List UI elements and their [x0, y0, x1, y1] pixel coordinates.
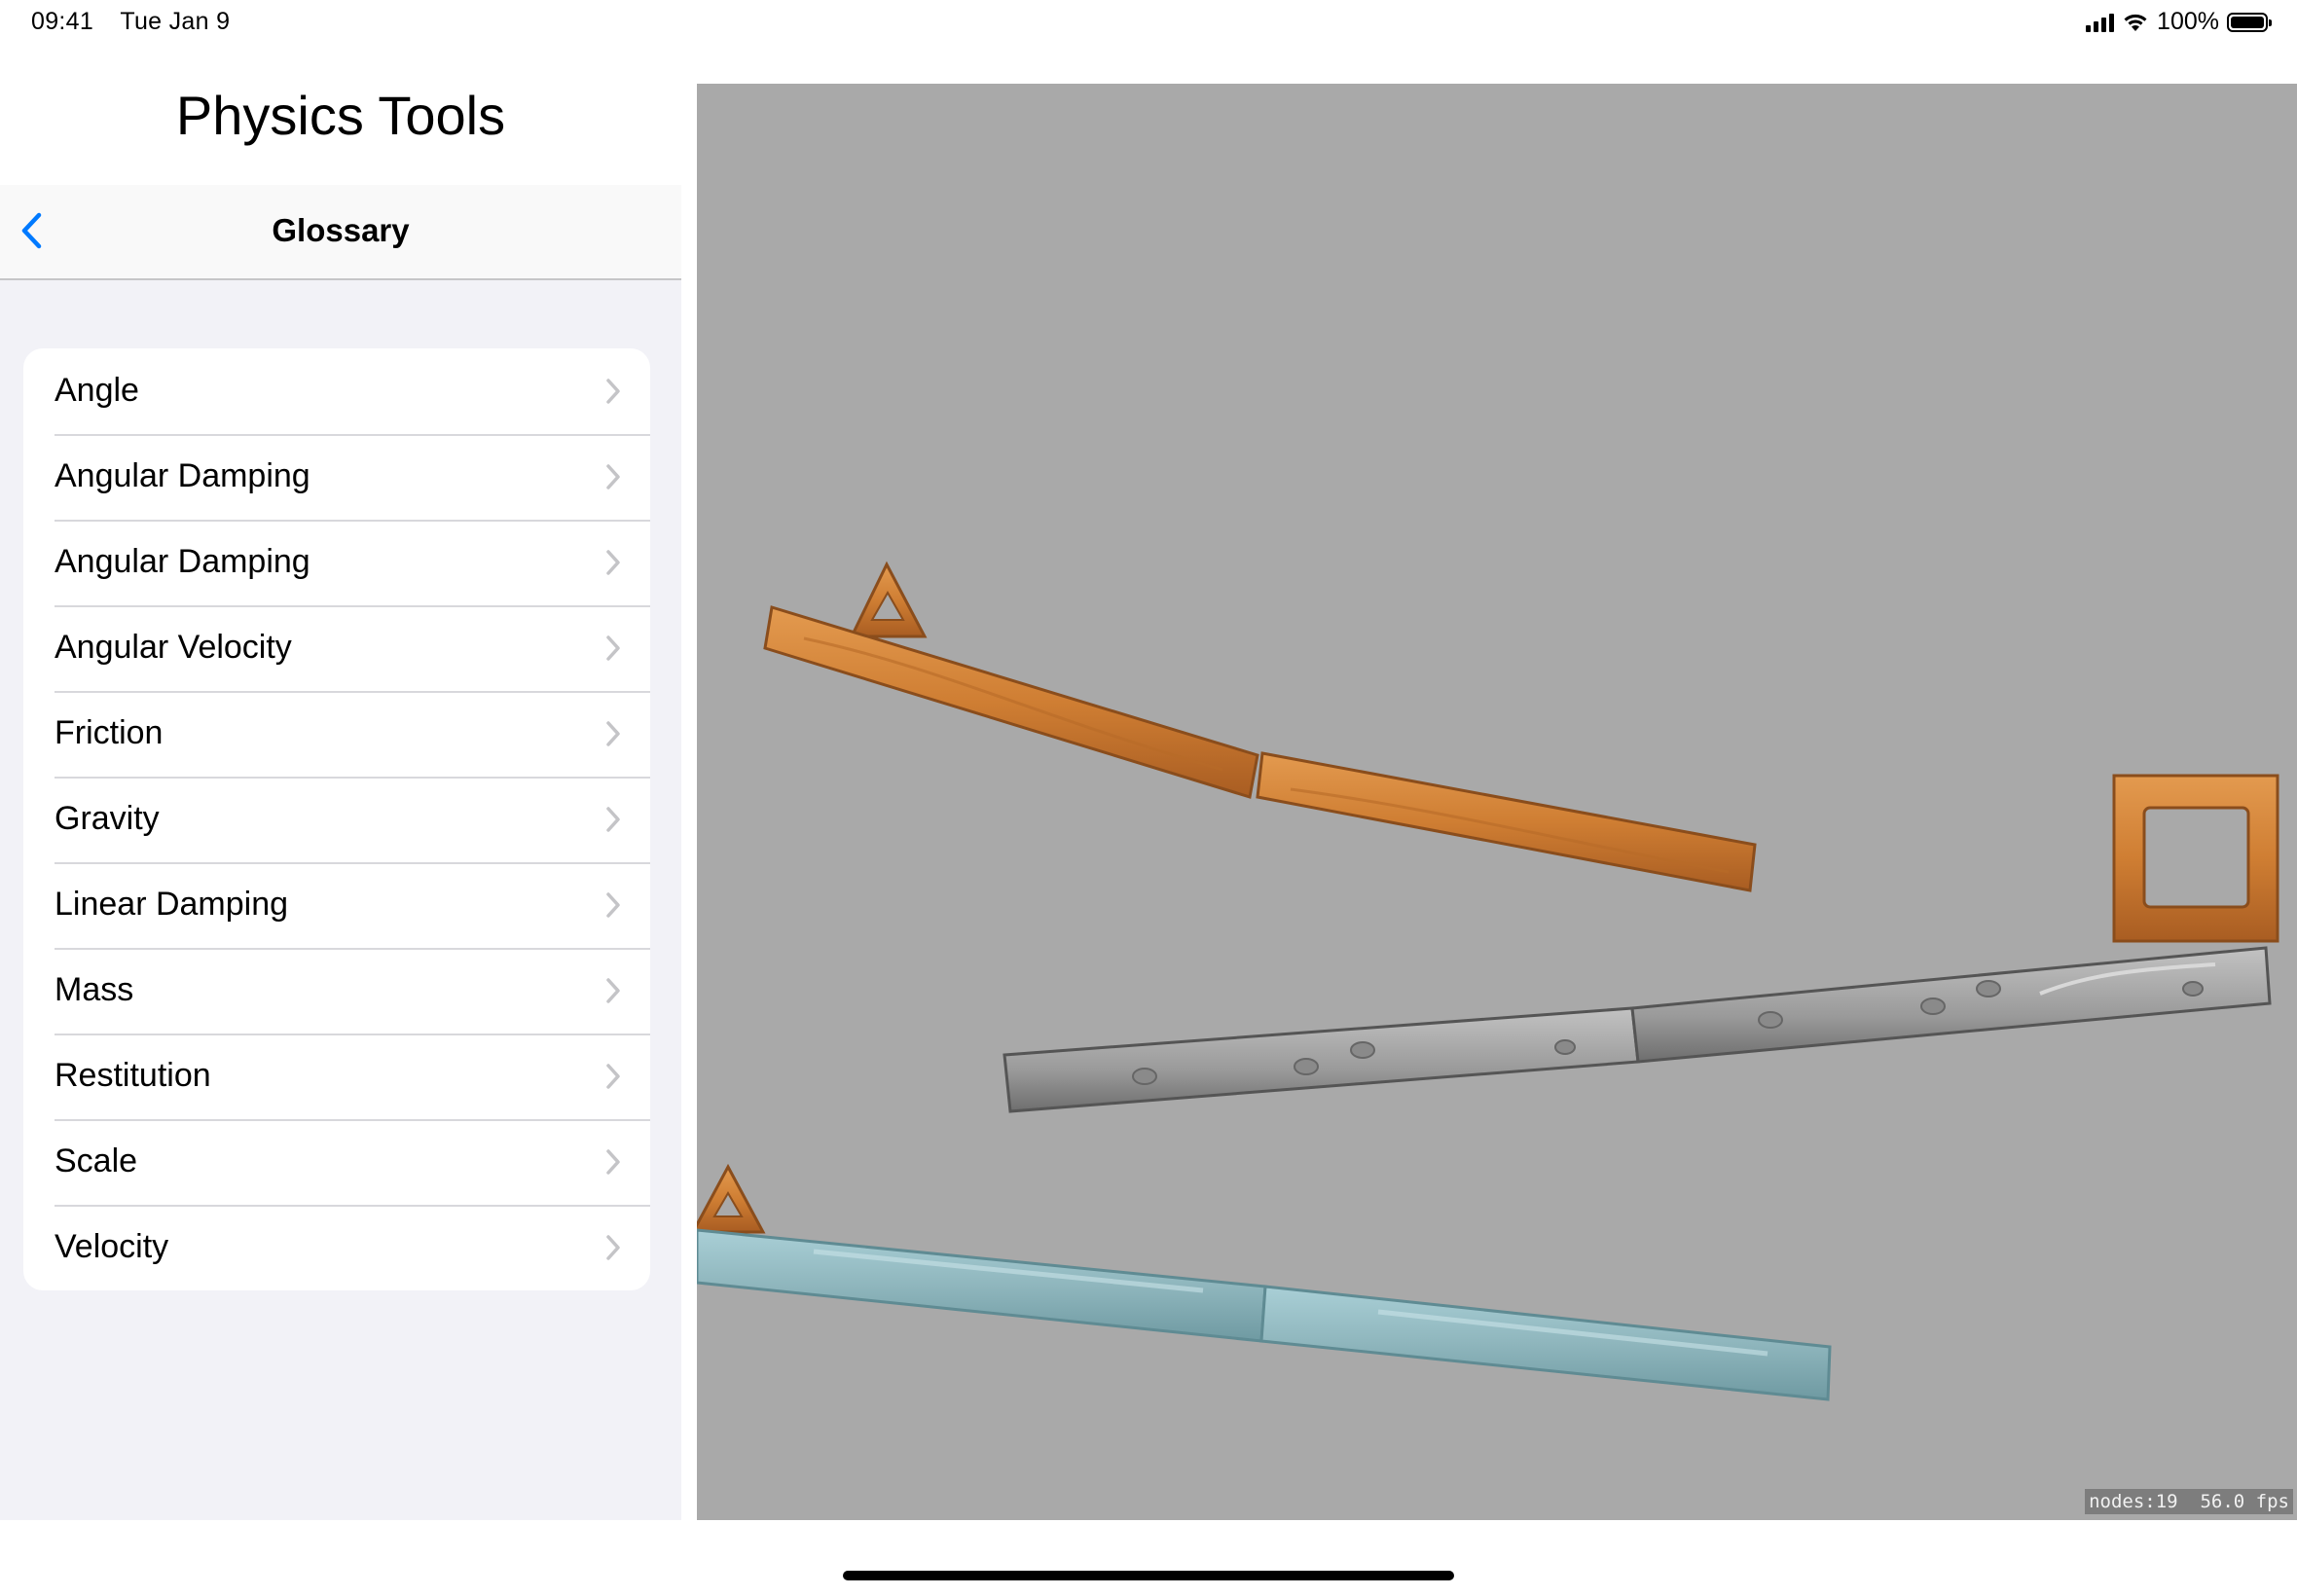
app-title: Physics Tools	[175, 85, 506, 146]
list-item-label: Restitution	[55, 1057, 211, 1094]
navigation-bar: Glossary	[0, 185, 681, 280]
status-time-date: 09:41 Tue Jan 9	[31, 8, 230, 36]
list-item-restitution[interactable]: Restitution	[23, 1034, 650, 1119]
chevron-right-icon	[606, 1149, 620, 1175]
chevron-right-icon	[606, 379, 620, 404]
chevron-right-icon	[606, 978, 620, 1003]
list-item-label: Gravity	[55, 800, 160, 837]
list-item-linear-damping[interactable]: Linear Damping	[23, 862, 650, 948]
battery-icon	[2227, 12, 2272, 32]
list-item-gravity[interactable]: Gravity	[23, 777, 650, 862]
cellular-signal-icon	[2086, 13, 2115, 32]
scene-canvas[interactable]	[697, 84, 2297, 1520]
fps-counter: 56.0 fps	[2200, 1491, 2289, 1512]
battery-percentage: 100%	[2157, 8, 2219, 35]
list-item-angular-velocity[interactable]: Angular Velocity	[23, 605, 650, 691]
list-item-velocity[interactable]: Velocity	[23, 1205, 650, 1290]
chevron-right-icon	[606, 892, 620, 918]
chevron-right-icon	[606, 635, 620, 661]
wifi-icon	[2124, 14, 2147, 31]
status-date: Tue Jan 9	[120, 8, 231, 35]
list-item-label: Angular Damping	[55, 457, 310, 494]
status-bar: 09:41 Tue Jan 9 100%	[0, 0, 2297, 49]
list-item-mass[interactable]: Mass	[23, 948, 650, 1034]
chevron-right-icon	[606, 1064, 620, 1089]
status-indicators: 100%	[2086, 8, 2272, 36]
list-item-friction[interactable]: Friction	[23, 691, 650, 777]
nav-title: Glossary	[272, 212, 410, 248]
home-indicator[interactable]	[843, 1571, 1454, 1580]
stone-plank[interactable]	[1630, 946, 2272, 1064]
chevron-right-icon	[606, 464, 620, 490]
list-item-label: Angle	[55, 372, 139, 409]
debug-stats: nodes:19 56.0 fps	[2085, 1489, 2293, 1514]
glossary-list: Angle Angular Damping Angular Damping An…	[23, 348, 650, 1290]
glass-plank[interactable]	[697, 1228, 1267, 1343]
list-item-label: Angular Velocity	[55, 629, 292, 666]
list-item-label: Scale	[55, 1143, 138, 1179]
list-item-label: Mass	[55, 971, 134, 1008]
stone-plank[interactable]	[1003, 1006, 1640, 1113]
list-item-angular-damping[interactable]: Angular Damping	[23, 434, 650, 520]
sidebar: Physics Tools Glossary Angle Angular Dam…	[0, 49, 681, 1520]
wood-plank[interactable]	[763, 605, 1259, 799]
wood-square-frame[interactable]	[2112, 774, 2279, 943]
list-item-angular-damping-2[interactable]: Angular Damping	[23, 520, 650, 605]
list-item-angle[interactable]: Angle	[23, 348, 650, 434]
list-item-label: Velocity	[55, 1228, 169, 1265]
wood-triangle[interactable]	[697, 1163, 766, 1234]
physics-scene[interactable]: nodes:19 56.0 fps	[697, 84, 2297, 1520]
wood-triangle[interactable]	[849, 561, 928, 638]
list-item-scale[interactable]: Scale	[23, 1119, 650, 1205]
chevron-right-icon	[606, 1235, 620, 1260]
chevron-right-icon	[606, 550, 620, 575]
node-count: nodes:19	[2089, 1491, 2178, 1512]
chevron-right-icon	[606, 721, 620, 746]
chevron-right-icon	[606, 807, 620, 832]
status-time: 09:41	[31, 8, 94, 35]
sidebar-header: Physics Tools	[0, 49, 681, 185]
list-item-label: Friction	[55, 714, 164, 751]
list-item-label: Angular Damping	[55, 543, 310, 580]
wood-plank[interactable]	[1256, 751, 1757, 892]
list-item-label: Linear Damping	[55, 886, 289, 923]
glass-plank[interactable]	[1259, 1285, 1832, 1401]
